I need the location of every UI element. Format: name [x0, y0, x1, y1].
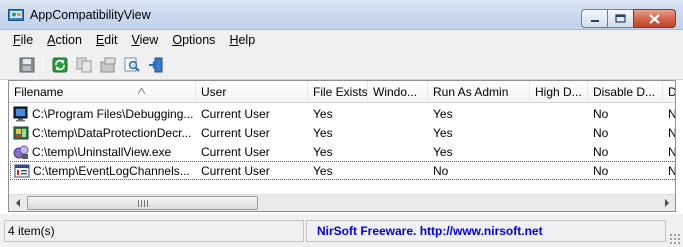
cell-filename: C:\Program Files\Debugging... [9, 106, 196, 122]
refresh-icon [52, 57, 67, 72]
app-icon [8, 9, 24, 21]
copy-icon [76, 57, 91, 72]
save-button[interactable] [16, 54, 37, 75]
title-bar[interactable]: AppCompatibilityView [0, 0, 683, 30]
column-header-d[interactable]: D [663, 81, 675, 103]
menu-help[interactable]: Help [222, 33, 262, 47]
scroll-grip-icon [138, 200, 148, 207]
cell-disable-d: No [593, 144, 609, 159]
debugger-app-icon [13, 106, 28, 121]
find-icon [124, 57, 140, 72]
resize-grip-icon[interactable] [669, 233, 680, 244]
column-header-windows[interactable]: Windo... [368, 81, 428, 103]
scrollbar-thumb[interactable] [27, 196, 258, 210]
toolbar [0, 50, 683, 80]
app-list-view[interactable]: Filename User File Exists Windo... Run A… [8, 80, 676, 212]
column-header-filename[interactable]: Filename [9, 81, 196, 103]
caption-buttons [581, 9, 676, 28]
cell-user: Current User [201, 125, 270, 140]
nirsoft-link[interactable]: NirSoft Freeware. http://www.nirsoft.net [306, 220, 666, 242]
cell-filename: C:\temp\DataProtectionDecr... [9, 125, 196, 141]
save-icon [19, 57, 34, 72]
close-button[interactable] [633, 9, 676, 28]
chevron-right-icon [664, 199, 669, 207]
list-header: Filename User File Exists Windo... Run A… [9, 81, 675, 103]
table-row[interactable]: C:\temp\DataProtectionDecr... Current Us… [9, 123, 676, 142]
menu-edit[interactable]: Edit [89, 33, 125, 47]
dataprotection-app-icon [13, 126, 29, 139]
refresh-button[interactable] [49, 54, 70, 75]
cell-user: Current User [201, 144, 270, 159]
column-header-run-as-admin[interactable]: Run As Admin [428, 81, 530, 103]
properties-button[interactable] [97, 54, 118, 75]
cell-disable-d: No [593, 163, 609, 178]
window-title: AppCompatibilityView [30, 8, 151, 22]
eventlogchannels-app-icon [14, 164, 30, 177]
uninstallview-app-icon [13, 145, 29, 159]
maximize-icon [615, 14, 626, 23]
column-header-file-exists[interactable]: File Exists [308, 81, 368, 103]
cell-file-exists: Yes [313, 125, 333, 140]
menu-action[interactable]: Action [40, 33, 89, 47]
minimize-button[interactable] [581, 9, 608, 28]
column-header-user[interactable]: User [196, 81, 308, 103]
cell-filename: C:\temp\EventLogChannels... [10, 163, 196, 179]
maximize-button[interactable] [607, 9, 634, 28]
menu-view[interactable]: View [124, 33, 165, 47]
scroll-right-button[interactable] [658, 195, 675, 211]
table-row[interactable]: C:\temp\EventLogChannels... Current User… [10, 161, 676, 180]
menu-file[interactable]: File [6, 33, 40, 47]
cell-file-exists: Yes [313, 144, 333, 159]
minimize-icon [590, 19, 599, 22]
column-header-disable-d[interactable]: Disable D... [588, 81, 663, 103]
cell-disable-d: No [593, 125, 609, 140]
cell-d: N [668, 144, 676, 159]
cell-d: N [668, 163, 676, 178]
column-header-high-dpi[interactable]: High D... [530, 81, 588, 103]
cell-file-exists: Yes [313, 106, 333, 121]
cell-user: Current User [201, 106, 270, 121]
sort-ascending-icon [138, 88, 145, 94]
menu-options[interactable]: Options [165, 33, 222, 47]
cell-run-as-admin: Yes [433, 125, 453, 140]
copy-button[interactable] [73, 54, 94, 75]
horizontal-scrollbar[interactable] [9, 194, 675, 211]
cell-disable-d: No [593, 106, 609, 121]
table-row[interactable]: C:\Program Files\Debugging... Current Us… [9, 104, 676, 123]
cell-d: N [668, 106, 676, 121]
cell-filename: C:\temp\UninstallView.exe [9, 144, 196, 160]
table-row[interactable]: C:\temp\UninstallView.exe Current User Y… [9, 142, 676, 161]
chevron-left-icon [15, 199, 20, 207]
find-button[interactable] [121, 54, 142, 75]
menu-bar: File Action Edit View Options Help [0, 30, 683, 50]
exit-button[interactable] [145, 54, 166, 75]
cell-d: N [668, 125, 676, 140]
exit-icon [148, 57, 162, 72]
cell-run-as-admin: Yes [433, 106, 453, 121]
cell-file-exists: Yes [313, 163, 333, 178]
properties-icon [100, 57, 115, 72]
item-count: 4 item(s) [4, 220, 304, 242]
status-bar: 4 item(s) NirSoft Freeware. http://www.n… [0, 214, 683, 247]
list-rows: C:\Program Files\Debugging... Current Us… [9, 104, 676, 180]
cell-run-as-admin: Yes [433, 144, 453, 159]
toolbar-separator [42, 54, 43, 75]
cell-user: Current User [201, 163, 270, 178]
scroll-left-button[interactable] [9, 195, 26, 211]
close-icon [649, 13, 660, 24]
cell-run-as-admin: No [433, 163, 449, 178]
